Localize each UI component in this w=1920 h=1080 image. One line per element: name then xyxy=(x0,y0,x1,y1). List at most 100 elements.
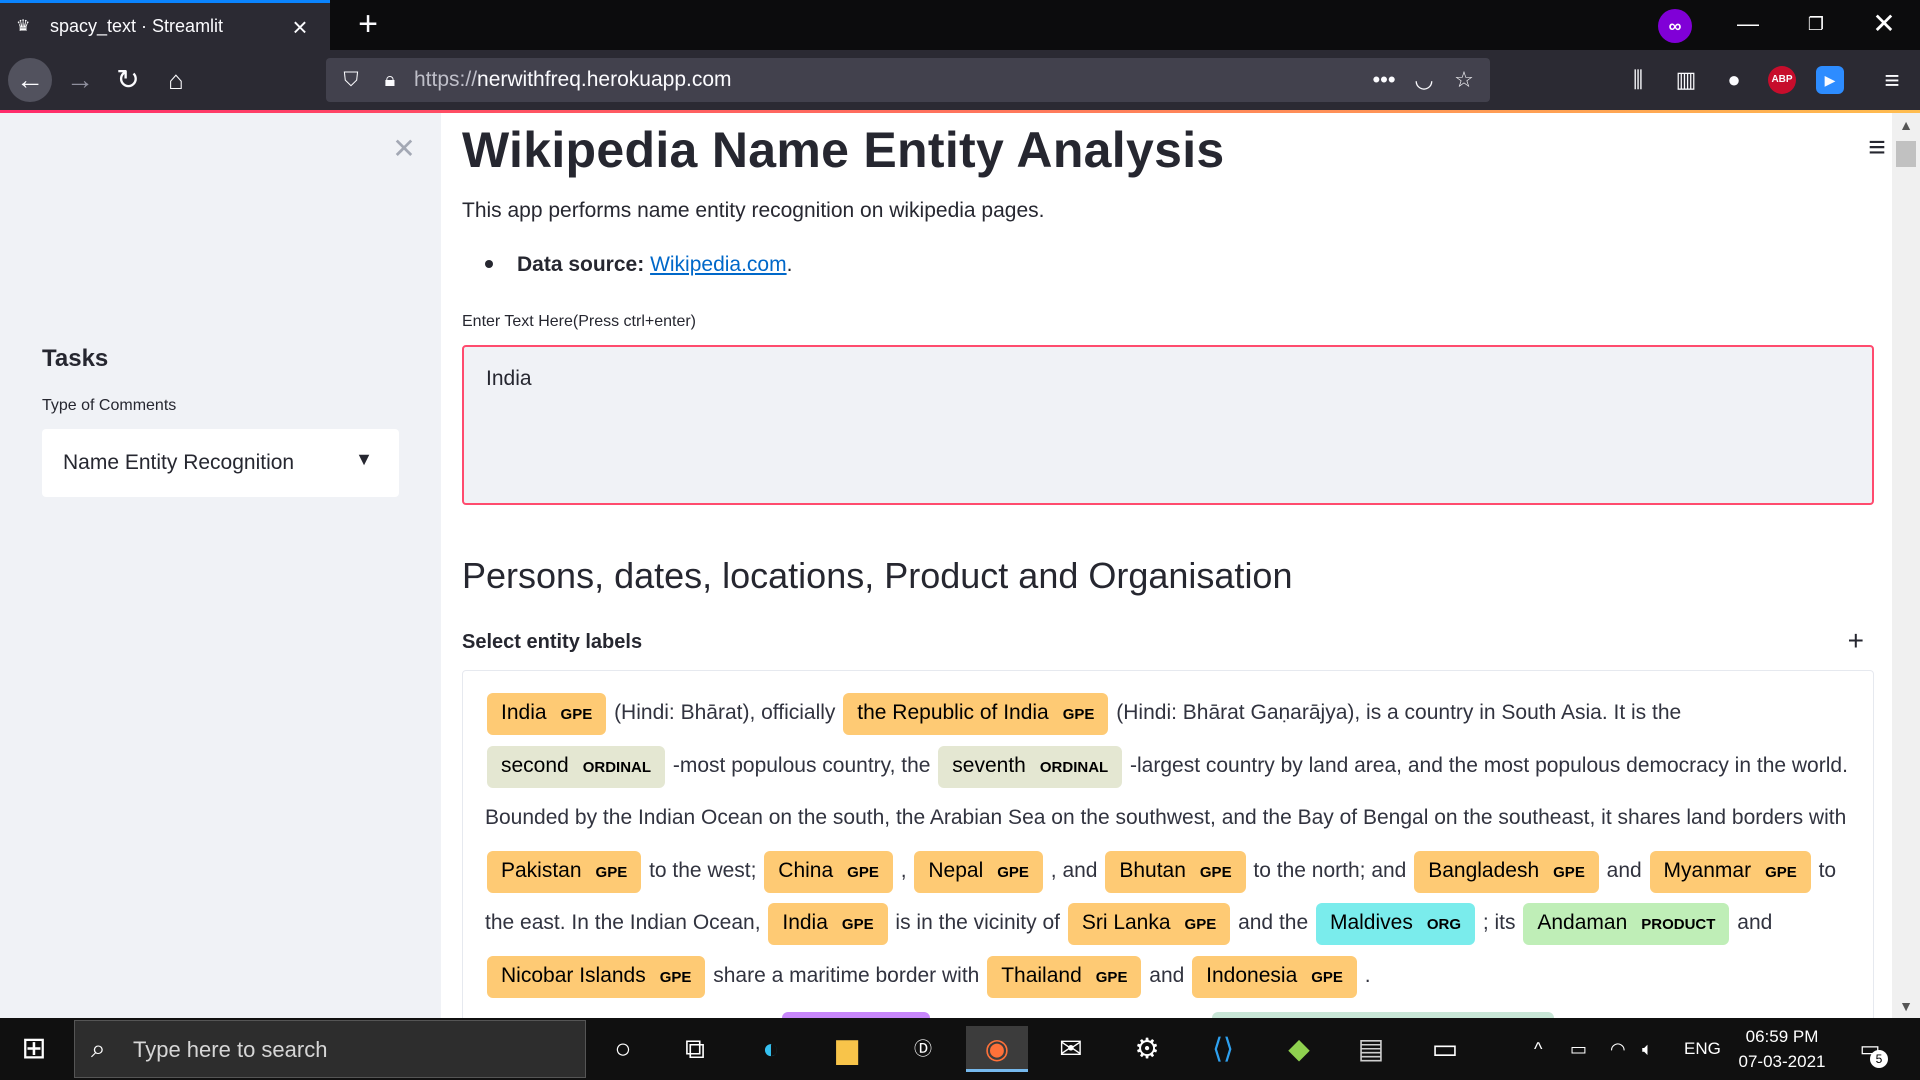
git-icon[interactable]: ◆ xyxy=(1268,1026,1330,1072)
taskbar-search[interactable]: ⌕ Type here to search xyxy=(74,1020,586,1078)
back-icon[interactable]: ← xyxy=(8,58,52,102)
lock-icon[interactable]: 🔒︎ xyxy=(376,58,404,102)
entity-text-span: Bhutan xyxy=(1119,858,1186,882)
bookmark-star-icon[interactable]: ☆ xyxy=(1446,58,1482,102)
entity-label: GPE xyxy=(1095,968,1128,986)
close-window-icon[interactable]: ✕ xyxy=(1850,0,1918,50)
entity-label: ORG xyxy=(1426,916,1462,933)
browser-tab[interactable]: ♛ spacy_text · Streamlit × xyxy=(0,0,330,50)
notification-icon[interactable]: ▭ 5 xyxy=(1852,1034,1888,1068)
select-value: Name Entity Recognition xyxy=(63,451,295,474)
page-scrollbar[interactable]: ▲ ▼ xyxy=(1892,113,1920,1018)
plain-text: share a maritime border with xyxy=(707,963,986,987)
plain-text: . xyxy=(1358,963,1371,987)
volume-icon[interactable]: 🔈︎ xyxy=(1642,1018,1653,1080)
taskbar-clock[interactable]: 06:59 PM 07-03-2021 xyxy=(1734,1024,1830,1074)
entity-ordinal: seventh ORDINAL xyxy=(938,745,1123,788)
library-icon[interactable]: ⫼ xyxy=(1620,62,1656,98)
notification-badge: 5 xyxy=(1870,1050,1888,1068)
page-actions-icon[interactable]: ••• xyxy=(1366,58,1402,102)
tray-expand-icon[interactable]: ^ xyxy=(1534,1018,1542,1080)
app-icon[interactable]: ▤ xyxy=(1340,1026,1402,1072)
entity-label: GPE xyxy=(1199,863,1232,881)
edge-icon[interactable]: ◐ xyxy=(740,1026,802,1072)
clock-time: 06:59 PM xyxy=(1745,1027,1819,1046)
entity-label: GPE xyxy=(997,863,1029,881)
scroll-down-icon[interactable]: ▼ xyxy=(1892,998,1920,1014)
plain-text: -most populous country, the xyxy=(667,753,937,777)
plain-text: is in the vicinity of xyxy=(889,911,1066,934)
vscode-icon[interactable]: ⟨⟩ xyxy=(1192,1026,1254,1072)
entity-label: GPE xyxy=(841,916,874,933)
sidebar: ✕ Tasks Type of Comments Name Entity Rec… xyxy=(0,113,441,1018)
adblock-icon[interactable]: ABP xyxy=(1768,66,1796,94)
bullet-dot xyxy=(485,260,493,268)
shield-icon[interactable]: ⛉ xyxy=(336,58,366,102)
main-content: ≡ Wikipedia Name Entity Analysis This ap… xyxy=(441,113,1894,1030)
plain-text: (Hindi: Bhārat), officially xyxy=(608,701,842,724)
close-tab-icon[interactable]: × xyxy=(288,14,312,40)
plain-text: to the north; and xyxy=(1247,858,1413,882)
entity-gpe: Sri Lanka GPE xyxy=(1067,903,1231,945)
expand-plus-icon[interactable]: + xyxy=(1848,625,1864,657)
close-sidebar-icon[interactable]: ✕ xyxy=(388,133,420,165)
firefox-icon[interactable]: ◉ xyxy=(966,1026,1028,1072)
mail-icon[interactable]: ✉ xyxy=(1040,1026,1102,1072)
home-icon[interactable]: ⌂ xyxy=(154,58,198,102)
entity-gpe: Indonesia GPE xyxy=(1192,955,1357,998)
reload-icon[interactable]: ↻ xyxy=(106,58,150,102)
new-tab-icon[interactable]: + xyxy=(348,6,388,46)
plain-text: and xyxy=(1600,858,1648,882)
entity-gpe: Pakistan GPE xyxy=(487,850,642,893)
zoom-extension-icon[interactable]: ▶ xyxy=(1816,66,1844,94)
entity-label: GPE xyxy=(560,706,593,723)
entity-gpe: Myanmar GPE xyxy=(1649,850,1811,893)
file-explorer-icon[interactable]: ▆ xyxy=(816,1026,878,1072)
entity-gpe: Nicobar Islands GPE xyxy=(487,955,706,998)
entity-ordinal: second ORDINAL xyxy=(487,745,666,788)
menu-icon[interactable]: ≡ xyxy=(1874,62,1910,98)
entity-text-span: Andaman xyxy=(1537,911,1628,934)
scroll-up-icon[interactable]: ▲ xyxy=(1892,117,1920,133)
hamburger-menu-icon[interactable]: ≡ xyxy=(1860,133,1894,163)
battery-icon[interactable]: ▭ xyxy=(1570,1018,1587,1080)
minimize-icon[interactable]: — xyxy=(1714,0,1782,50)
forward-icon[interactable]: → xyxy=(58,58,102,102)
language-indicator[interactable]: ENG xyxy=(1684,1018,1721,1080)
plain-text: and xyxy=(1731,911,1773,934)
pocket-icon[interactable]: ◡ xyxy=(1406,58,1442,102)
plain-text: , xyxy=(894,858,913,882)
plain-text: ; its xyxy=(1477,911,1522,934)
dell-icon[interactable]: Ⓓ xyxy=(892,1026,954,1072)
sidebar-icon[interactable]: ▥ xyxy=(1668,62,1704,98)
chevron-down-icon[interactable]: ▼ xyxy=(355,449,373,470)
settings-icon[interactable]: ⚙ xyxy=(1116,1026,1178,1072)
select-label: Type of Comments xyxy=(42,397,177,414)
type-select[interactable]: Name Entity Recognition ▼ xyxy=(42,429,399,497)
entity-text-span: Sri Lanka xyxy=(1081,911,1171,934)
restore-icon[interactable]: ❐ xyxy=(1782,0,1850,50)
entity-text-span: second xyxy=(501,753,569,777)
cortana-icon[interactable]: ○ xyxy=(592,1026,654,1072)
plain-text: and xyxy=(1143,963,1191,987)
scroll-thumb[interactable] xyxy=(1896,141,1916,167)
windows-start-icon[interactable]: ⊞ xyxy=(14,1032,54,1066)
entity-visualization: India GPE (Hindi: Bhārat), officially the… xyxy=(462,670,1874,1030)
entity-gpe: China GPE xyxy=(764,850,893,893)
text-input[interactable]: India xyxy=(462,345,1874,505)
plain-text: , and xyxy=(1044,858,1104,882)
account-icon[interactable]: ● xyxy=(1716,62,1752,98)
task-view-icon[interactable]: ⧉ xyxy=(664,1026,726,1072)
entity-label: GPE xyxy=(847,863,879,881)
url-bar[interactable]: ⛉ 🔒︎ https://nerwithfreq.herokuapp.com •… xyxy=(326,58,1490,102)
terminal-icon[interactable]: ▭ xyxy=(1414,1026,1476,1072)
entity-text-span: the Republic of India xyxy=(857,701,1049,724)
entity-labels-expander[interactable]: Select entity labels + xyxy=(462,625,1874,659)
entity-text-span: seventh xyxy=(952,753,1026,777)
wifi-icon[interactable]: ◠ xyxy=(1610,1018,1626,1080)
url-text[interactable]: https://nerwithfreq.herokuapp.com xyxy=(414,58,732,102)
entity-text-span: Maldives xyxy=(1329,911,1413,934)
source-link[interactable]: Wikipedia.com xyxy=(650,253,787,276)
browser-titlebar: ♛ spacy_text · Streamlit × + ∞ — ❐ ✕ xyxy=(0,0,1920,50)
entity-text-span: Myanmar xyxy=(1663,858,1752,882)
